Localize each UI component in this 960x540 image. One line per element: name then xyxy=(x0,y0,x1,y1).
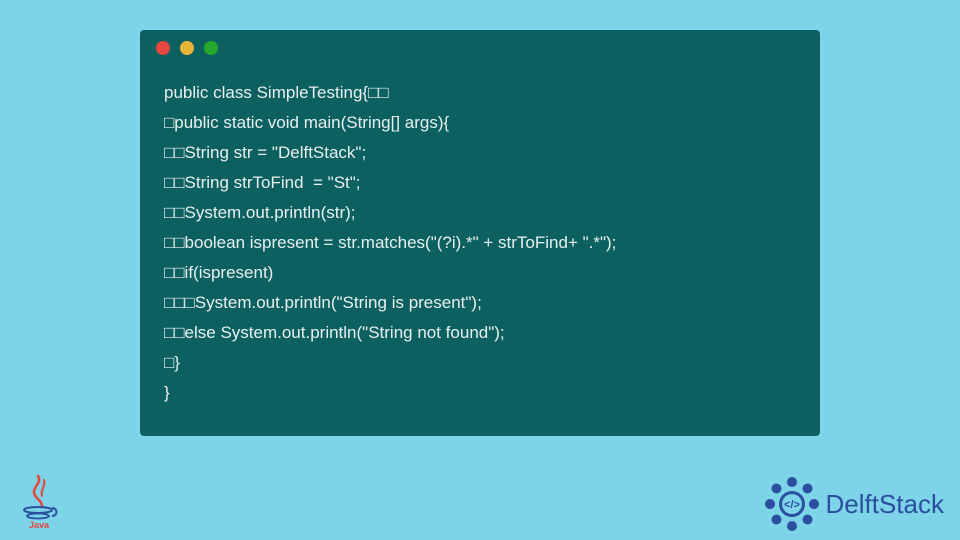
maximize-icon[interactable] xyxy=(204,41,218,55)
brand-name: DelftStack xyxy=(826,489,945,520)
delftstack-logo-icon: </> xyxy=(764,476,820,532)
window-titlebar xyxy=(140,30,820,66)
minimize-icon[interactable] xyxy=(180,41,194,55)
code-block: public class SimpleTesting{□□ □public st… xyxy=(140,66,820,416)
java-label: Java xyxy=(29,520,50,530)
close-icon[interactable] xyxy=(156,41,170,55)
delftstack-brand: </> DelftStack xyxy=(764,476,945,532)
svg-text:</>: </> xyxy=(784,499,800,511)
java-logo-icon: Java xyxy=(16,472,62,530)
code-window: public class SimpleTesting{□□ □public st… xyxy=(140,30,820,436)
